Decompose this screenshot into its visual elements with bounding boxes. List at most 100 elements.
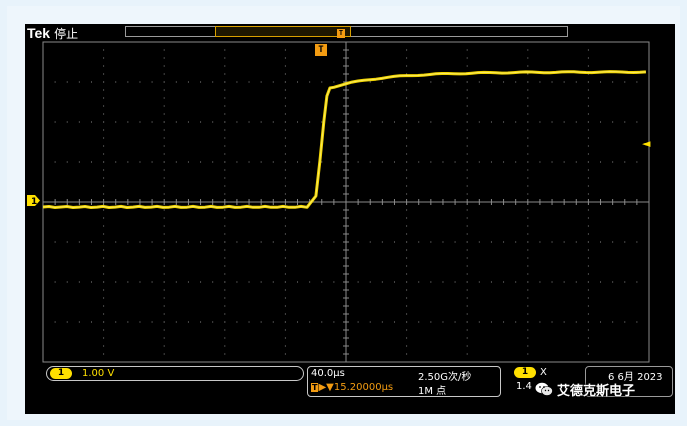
grid-dot bbox=[321, 321, 323, 323]
grid-dot bbox=[636, 121, 638, 123]
grid-dot bbox=[224, 209, 226, 211]
channel-1-number: 1 bbox=[50, 368, 72, 379]
grid-dot bbox=[563, 321, 565, 323]
grid-dot bbox=[612, 81, 614, 83]
grid-dot bbox=[563, 241, 565, 243]
grid-dot bbox=[224, 153, 226, 155]
grid-dot bbox=[587, 337, 589, 339]
grid-dot bbox=[187, 281, 189, 283]
grid-dot bbox=[551, 81, 553, 83]
grid-dot bbox=[587, 289, 589, 291]
grid-dot bbox=[284, 89, 286, 91]
grid-dot bbox=[406, 137, 408, 139]
grid-dot bbox=[527, 177, 529, 179]
grid-dot bbox=[139, 161, 141, 163]
grid-dot bbox=[103, 97, 105, 99]
grid-dot bbox=[103, 257, 105, 259]
grid-dot bbox=[406, 305, 408, 307]
grid-dot bbox=[163, 65, 165, 67]
record-length: 1M 点 bbox=[418, 386, 447, 397]
grid-dot bbox=[284, 161, 286, 163]
grid-dot bbox=[139, 121, 141, 123]
grid-dot bbox=[103, 337, 105, 339]
grid-dot bbox=[309, 241, 311, 243]
grid-dot bbox=[587, 121, 589, 123]
grid-dot bbox=[454, 161, 456, 163]
grid-dot bbox=[200, 321, 202, 323]
grid-dot bbox=[406, 105, 408, 107]
grid-dot bbox=[393, 121, 395, 123]
grid-dot bbox=[478, 321, 480, 323]
grid-dot bbox=[103, 169, 105, 171]
grid-dot bbox=[103, 345, 105, 347]
grid-dot bbox=[466, 225, 468, 227]
grid-dot bbox=[624, 161, 626, 163]
grid-dot bbox=[587, 361, 589, 363]
grid-dot bbox=[103, 81, 105, 83]
grid-dot bbox=[406, 185, 408, 187]
grid-dot bbox=[466, 281, 468, 283]
grid-dot bbox=[612, 241, 614, 243]
grid-dot bbox=[42, 321, 44, 323]
grid-dot bbox=[272, 81, 274, 83]
grid-dot bbox=[260, 81, 262, 83]
grid-dot bbox=[406, 177, 408, 179]
grid-dot bbox=[527, 249, 529, 251]
grid-dot bbox=[151, 161, 153, 163]
grid-dot bbox=[478, 161, 480, 163]
timebase-readout[interactable]: 40.0µs 2.50G次/秒 T▶▼15.20000µs 1M 点 bbox=[307, 366, 501, 397]
grid-dot bbox=[175, 121, 177, 123]
grid-dot bbox=[309, 81, 311, 83]
grid-dot bbox=[406, 233, 408, 235]
grid-dot bbox=[406, 217, 408, 219]
grid-dot bbox=[224, 361, 226, 363]
grid-dot bbox=[284, 209, 286, 211]
grid-dot bbox=[406, 361, 408, 363]
grid-dot bbox=[333, 281, 335, 283]
grid-dot bbox=[90, 161, 92, 163]
grid-dot bbox=[103, 121, 105, 123]
grid-dot bbox=[224, 161, 226, 163]
grid-dot bbox=[587, 353, 589, 355]
channel-1-readout[interactable]: 1 1.00 V bbox=[46, 366, 304, 381]
grid-dot bbox=[466, 177, 468, 179]
grid-dot bbox=[406, 273, 408, 275]
grid-dot bbox=[297, 321, 299, 323]
grid-dot bbox=[466, 321, 468, 323]
grid-dot bbox=[406, 265, 408, 267]
grid-dot bbox=[309, 281, 311, 283]
grid-dot bbox=[127, 281, 129, 283]
grid-dot bbox=[600, 81, 602, 83]
grid-dot bbox=[624, 321, 626, 323]
grid-dot bbox=[200, 81, 202, 83]
grid-dot bbox=[284, 297, 286, 299]
grid-dot bbox=[90, 281, 92, 283]
grid-dot bbox=[466, 129, 468, 131]
grid-dot bbox=[466, 249, 468, 251]
grid-dot bbox=[297, 121, 299, 123]
grid-dot bbox=[151, 281, 153, 283]
grid-dot bbox=[309, 321, 311, 323]
grid-dot bbox=[187, 121, 189, 123]
grid-dot bbox=[187, 81, 189, 83]
grid-dot bbox=[587, 193, 589, 195]
grid-dot bbox=[103, 145, 105, 147]
grid-dot bbox=[369, 321, 371, 323]
grid-dot bbox=[587, 345, 589, 347]
grid-dot bbox=[587, 65, 589, 67]
grid-dot bbox=[381, 161, 383, 163]
grid-dot bbox=[418, 241, 420, 243]
grid-dot bbox=[466, 305, 468, 307]
grid-dot bbox=[406, 209, 408, 211]
grid-dot bbox=[54, 81, 56, 83]
trigger-level-arrow-icon[interactable]: ◄ bbox=[642, 137, 650, 150]
grid-dot bbox=[587, 209, 589, 211]
horizontal-scale: 40.0µs bbox=[311, 368, 345, 379]
grid-dot bbox=[284, 257, 286, 259]
grid-dot bbox=[490, 81, 492, 83]
ch1-ground-marker-icon[interactable]: 1 bbox=[26, 194, 41, 207]
grid-dot bbox=[466, 361, 468, 363]
grid-dot bbox=[527, 185, 529, 187]
grid-dot bbox=[163, 273, 165, 275]
grid-dot bbox=[163, 313, 165, 315]
